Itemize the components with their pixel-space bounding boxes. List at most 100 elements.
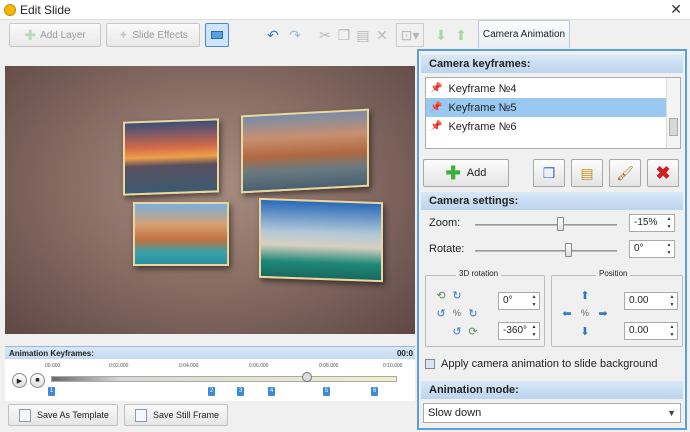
stop-icon: ■ <box>35 377 40 384</box>
align-dropdown-icon[interactable]: ⊡▾ <box>396 23 424 47</box>
zoom-slider[interactable] <box>475 224 617 226</box>
photo-venice-sunset[interactable] <box>123 118 219 196</box>
save-as-template-label: Save As Template <box>37 410 109 420</box>
zoom-input[interactable]: -15% ▲ ▼ <box>629 214 675 232</box>
add-layer-button[interactable]: ✚ Add Layer <box>9 23 101 47</box>
timeline-tick: 0:06.000 <box>249 363 269 369</box>
rotate-up-icon[interactable]: ↻ <box>450 288 464 302</box>
clear-keyframe-button[interactable]: 🖌 <box>609 159 641 187</box>
toolbar: ✚ Add Layer ✦ Slide Effects ↶ ↷ ✂ ❐ ▤ ✕ … <box>0 20 690 50</box>
add-layer-label: Add Layer <box>40 29 86 41</box>
timeline-tick: 00.000 <box>45 363 61 369</box>
scrollbar-thumb[interactable] <box>669 118 678 136</box>
camera-keyframes-header: Camera keyframes: <box>421 55 683 73</box>
add-keyframe-button[interactable]: ✚ Add <box>423 159 509 187</box>
reset-position-icon[interactable]: % <box>578 306 592 320</box>
spinner-icon[interactable]: ▲ ▼ <box>664 241 674 257</box>
position-x-value: 0.00 <box>629 295 649 306</box>
plus-icon: ✚ <box>24 26 37 43</box>
move-right-icon[interactable]: ➡ <box>596 306 610 320</box>
undo-icon[interactable]: ↶ <box>261 23 285 47</box>
rotation-y-input[interactable]: -360° ▲ ▼ <box>498 322 540 340</box>
save-as-template-button[interactable]: Save As Template <box>8 404 118 426</box>
save-still-frame-button[interactable]: Save Still Frame <box>124 404 228 426</box>
apply-background-label: Apply camera animation to slide backgrou… <box>441 358 658 370</box>
animation-keyframes-title: Animation Keyframes: <box>9 349 94 358</box>
window-title: Edit Slide <box>20 3 71 17</box>
chevron-down-icon: ▼ <box>667 408 676 418</box>
spinner-icon[interactable]: ▲ ▼ <box>529 293 539 309</box>
timeline-tick: 0:08.000 <box>319 363 339 369</box>
move-up-icon[interactable]: ⬆ <box>578 288 592 302</box>
keyframe-marker[interactable]: 1 <box>48 387 55 396</box>
fullscreen-icon[interactable] <box>205 23 229 47</box>
paste-keyframe-button[interactable]: ▤ <box>571 159 603 187</box>
timeline: ▶ ■ 00.000 0:02.000 0:04.000 0:06.000 0:08.0… <box>5 359 415 401</box>
move-left-icon[interactable]: ⬅ <box>560 306 574 320</box>
spinner-icon[interactable]: ▲ ▼ <box>667 323 677 339</box>
reset-rotation-icon[interactable]: % <box>450 306 464 320</box>
spinner-icon[interactable]: ▲ ▼ <box>664 215 674 231</box>
rotate-x-icon: ⟲ <box>436 289 446 302</box>
save-still-frame-label: Save Still Frame <box>153 410 220 420</box>
position-y-input[interactable]: 0.00 ▲ ▼ <box>624 322 678 340</box>
rotate-slider-thumb[interactable] <box>565 243 572 257</box>
keyframe-marker[interactable]: 2 <box>208 387 215 396</box>
move-down-icon[interactable]: ⬇ <box>578 324 592 338</box>
keyframe-marker[interactable]: 3 <box>237 387 244 396</box>
move-up-icon[interactable]: ⬆ <box>449 23 473 47</box>
spinner-icon[interactable]: ▲ ▼ <box>529 323 539 339</box>
keyframe-label: Keyframe №4 <box>448 82 517 95</box>
keyframe-label: Keyframe №5 <box>448 101 517 114</box>
rotate-y-icon: ⟳ <box>468 325 478 338</box>
keyframe-marker[interactable]: 5 <box>323 387 330 396</box>
rotate-right-icon[interactable]: ↻ <box>466 306 480 320</box>
app-icon <box>4 4 16 16</box>
redo-icon[interactable]: ↷ <box>283 23 307 47</box>
apply-background-checkbox[interactable] <box>425 359 435 369</box>
pin-icon: 📌 <box>430 83 443 94</box>
rotate-label: Rotate: <box>429 243 465 255</box>
keyframe-list[interactable]: 📌 Keyframe №4 📌 Keyframe №5 📌 Keyframe №… <box>425 77 681 149</box>
tab-camera-animation[interactable]: Camera Animation <box>478 20 570 48</box>
plus-icon: ✚ <box>445 162 461 183</box>
zoom-value: -15% <box>634 217 658 228</box>
timeline-tick: 0:02.000 <box>109 363 129 369</box>
keyframe-marker[interactable]: 6 <box>371 387 378 396</box>
timeline-position-handle[interactable] <box>302 372 313 382</box>
delete-keyframe-button[interactable]: ✖ <box>647 159 679 187</box>
close-icon[interactable]: ✕ <box>670 1 682 18</box>
rotate-input[interactable]: 0° ▲ ▼ <box>629 240 675 258</box>
animation-keyframes-header: Animation Keyframes: 00:0 <box>5 346 415 359</box>
rotate-left-icon[interactable]: ↺ <box>434 306 448 320</box>
paste-icon: ▤ <box>580 164 594 181</box>
list-item[interactable]: 📌 Keyframe №4 <box>426 79 668 98</box>
animation-mode-select[interactable]: Slow down ▼ <box>423 403 681 423</box>
zoom-slider-thumb[interactable] <box>557 217 564 231</box>
position-x-input[interactable]: 0.00 ▲ ▼ <box>624 292 678 310</box>
list-item[interactable]: 📌 Keyframe №5 <box>426 98 668 117</box>
photo-rialto-bridge[interactable] <box>259 197 383 283</box>
rotate-down-icon[interactable]: ↺ <box>450 324 464 338</box>
play-button[interactable]: ▶ <box>12 373 27 388</box>
pin-icon: 📌 <box>430 102 443 113</box>
timeline-track[interactable] <box>51 376 397 382</box>
rotation-x-input[interactable]: 0° ▲ ▼ <box>498 292 540 310</box>
sparkle-icon: ✦ <box>118 28 129 42</box>
rotation-x-value: 0° <box>503 295 513 306</box>
spinner-icon[interactable]: ▲ ▼ <box>667 293 677 309</box>
rotate-slider[interactable] <box>475 250 617 252</box>
timeline-tick: 0:04.000 <box>179 363 199 369</box>
keyframe-marker[interactable]: 4 <box>268 387 275 396</box>
slide-effects-button[interactable]: ✦ Slide Effects <box>106 23 200 47</box>
list-item[interactable]: 📌 Keyframe №6 <box>426 117 668 136</box>
delete-icon[interactable]: ✕ <box>370 23 394 47</box>
copy-keyframe-button[interactable]: ❐ <box>533 159 565 187</box>
slide-preview[interactable] <box>5 66 415 334</box>
scrollbar[interactable] <box>666 78 680 148</box>
photo-venice-canal[interactable] <box>241 108 369 194</box>
slide-effects-label: Slide Effects <box>132 29 188 41</box>
play-icon: ▶ <box>16 377 23 385</box>
stop-button[interactable]: ■ <box>30 373 45 388</box>
photo-venice-houses[interactable] <box>133 202 229 266</box>
